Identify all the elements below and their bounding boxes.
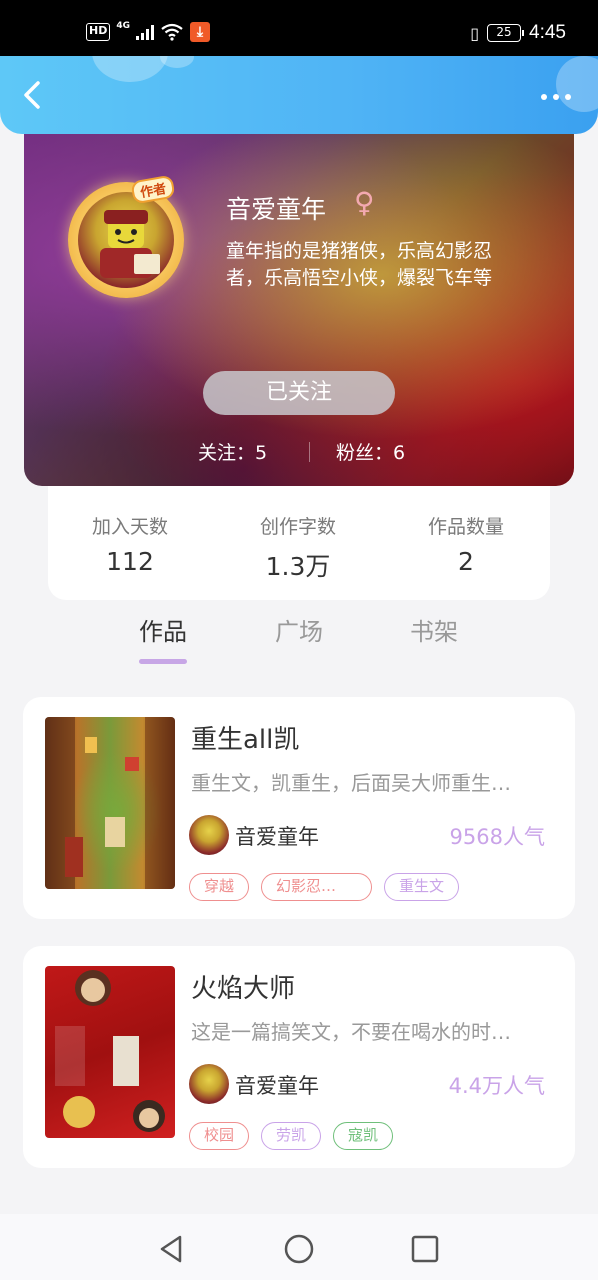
tag[interactable]: 重生文 xyxy=(384,873,460,901)
decor-bubble xyxy=(92,56,168,82)
fans-count: 6 xyxy=(393,442,406,464)
more-dots-icon xyxy=(565,94,571,100)
nav-back-button[interactable] xyxy=(154,1232,188,1266)
triangle-back-icon xyxy=(160,1235,182,1263)
follow-stats: 关注：5 粉丝：6 xyxy=(24,438,574,466)
system-nav-bar xyxy=(0,1214,598,1280)
decor-bubble xyxy=(160,56,194,68)
tab-label: 作品 xyxy=(139,618,187,646)
tag-list: 校园 劳凯 寇凯 xyxy=(189,1122,394,1150)
hd-icon: HD xyxy=(86,23,111,41)
signal-icon xyxy=(136,24,154,40)
work-card[interactable]: 火焰大师 这是一篇搞笑文，不要在喝水的时… 音爱童年 4.4万人气 校园 劳凯 … xyxy=(23,946,575,1168)
status-left: HD 4G ⤓ xyxy=(86,21,210,42)
tab-label: 书架 xyxy=(410,618,458,646)
back-button[interactable] xyxy=(18,78,48,112)
tab-bookshelf[interactable]: 书架 xyxy=(384,612,484,664)
following-label: 关注： xyxy=(198,442,256,464)
work-cover xyxy=(45,966,175,1138)
female-icon: ♀ xyxy=(354,186,375,219)
work-popularity: 9568人气 xyxy=(449,825,545,849)
circle-home-icon xyxy=(284,1234,314,1264)
avatar-image xyxy=(78,192,174,288)
tab-underline xyxy=(410,659,458,664)
follow-button[interactable]: 已关注 xyxy=(203,371,395,415)
back-arrow-icon xyxy=(24,81,40,109)
tag[interactable]: 劳凯 xyxy=(261,1122,322,1150)
square-recents-icon xyxy=(411,1235,439,1263)
work-popularity: 4.4万人气 xyxy=(448,1074,545,1098)
battery-icon: 25 xyxy=(487,24,525,42)
vibrate-icon: ▯ xyxy=(470,23,480,43)
fans-label: 粉丝： xyxy=(336,442,394,464)
more-dots-icon xyxy=(541,94,547,100)
network-type: 4G xyxy=(116,21,130,31)
stat-word-count: 创作字数 1.3万 xyxy=(218,512,378,583)
stat-join-days: 加入天数 112 xyxy=(50,512,210,576)
following-stat[interactable]: 关注：5 xyxy=(198,438,267,465)
work-card[interactable]: 重生all凯 重生文，凯重生，后面吴大师重生… 音爱童年 9568人气 穿越 幻… xyxy=(23,697,575,919)
wifi-icon xyxy=(161,23,183,41)
status-right: ▯ 25 4:45 xyxy=(470,22,566,44)
tab-square[interactable]: 广场 xyxy=(249,612,349,664)
work-author: 音爱童年 xyxy=(235,1074,319,1098)
tag[interactable]: 穿越 xyxy=(189,873,250,901)
author-avatar xyxy=(189,815,229,855)
status-bar: HD 4G ⤓ ▯ 25 4:45 xyxy=(0,0,598,56)
stat-label: 加入天数 xyxy=(91,516,168,538)
header-bar xyxy=(0,56,598,134)
stat-label: 作品数量 xyxy=(427,516,504,538)
tag[interactable]: 幻影忍… xyxy=(261,873,373,901)
cover-art-icon xyxy=(55,970,165,1132)
fans-stat[interactable]: 粉丝：6 xyxy=(336,438,405,465)
profile-avatar[interactable]: 作者 xyxy=(64,174,186,298)
download-icon: ⤓ xyxy=(190,22,210,42)
tag-list: 穿越 幻影忍… 重生文 xyxy=(189,873,460,901)
tab-label: 广场 xyxy=(275,618,323,646)
tab-underline xyxy=(139,659,187,664)
following-count: 5 xyxy=(255,442,268,464)
work-title: 重生all凯 xyxy=(191,725,300,755)
stat-work-count: 作品数量 2 xyxy=(386,512,546,576)
stat-value: 1.3万 xyxy=(265,552,331,581)
clock: 4:45 xyxy=(529,22,566,43)
author-avatar xyxy=(189,1064,229,1104)
stat-value: 112 xyxy=(106,547,154,576)
tab-works[interactable]: 作品 xyxy=(113,612,213,664)
work-cover xyxy=(45,717,175,889)
avatar-figure-icon xyxy=(100,210,160,278)
tag[interactable]: 校园 xyxy=(189,1122,250,1150)
work-description: 这是一篇搞笑文，不要在喝水的时… xyxy=(191,1020,511,1044)
profile-bio: 童年指的是猪猪侠，乐高幻影忍者，乐高悟空小侠，爆裂飞车等 xyxy=(226,240,493,289)
more-button[interactable] xyxy=(536,90,576,104)
stats-card: 加入天数 112 创作字数 1.3万 作品数量 2 xyxy=(48,486,550,600)
cover-art-icon xyxy=(45,717,175,889)
tag[interactable]: 寇凯 xyxy=(333,1122,394,1150)
content-tabs: 作品 广场 书架 xyxy=(0,612,598,664)
work-description: 重生文，凯重生，后面吴大师重生… xyxy=(191,771,511,795)
stat-value: 2 xyxy=(458,547,474,576)
stats-divider xyxy=(309,442,310,462)
tab-underline xyxy=(275,659,323,664)
profile-name: 音爱童年 xyxy=(226,195,327,224)
nav-recents-button[interactable] xyxy=(408,1232,442,1266)
work-title: 火焰大师 xyxy=(191,974,296,1004)
work-author: 音爱童年 xyxy=(235,825,319,849)
profile-card: 作者 音爱童年 ♀ 童年指的是猪猪侠，乐高幻影忍者，乐高悟空小侠，爆裂飞车等 已… xyxy=(24,134,574,486)
more-dots-icon xyxy=(553,94,559,100)
stat-label: 创作字数 xyxy=(259,516,336,538)
nav-home-button[interactable] xyxy=(282,1232,316,1266)
